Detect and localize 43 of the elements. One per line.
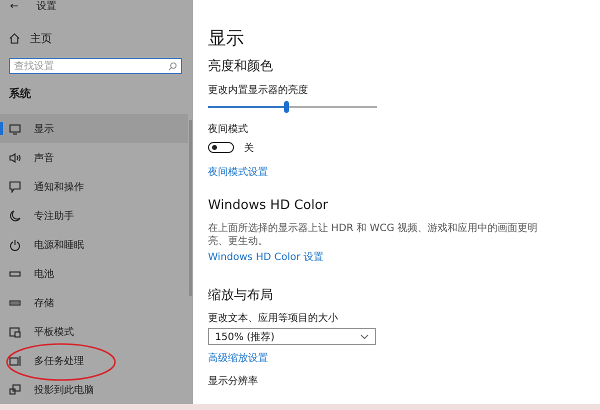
sidebar-item[interactable]: 存储: [0, 288, 188, 317]
description-text: 在上面所选择的显示器上让 HDR 和 WCG 视频、游戏和应用中的画面更明亮、更生动。: [208, 222, 538, 248]
section-heading: Windows HD Color: [208, 198, 330, 215]
sidebar-item[interactable]: 多任务处理: [0, 346, 188, 375]
settings-link[interactable]: 夜间模式设置: [208, 165, 600, 178]
moon-icon: [9, 210, 21, 222]
home-icon: [9, 32, 20, 44]
sidebar-item[interactable]: 电源和睡眠: [0, 230, 188, 259]
projector-icon: [9, 384, 21, 396]
sidebar-item[interactable]: 电池: [0, 259, 188, 288]
sidebar-item[interactable]: 平板模式: [0, 317, 188, 346]
speaker-icon: [9, 152, 21, 164]
scrollbar[interactable]: [189, 120, 192, 296]
settings-link[interactable]: Windows HD Color 设置: [208, 250, 600, 263]
home-link[interactable]: 主页: [0, 31, 193, 45]
toggle-label: 夜间模式: [208, 122, 249, 135]
sidebar-item[interactable]: 通知和操作: [0, 172, 188, 201]
window-title: 设置: [36, 0, 56, 13]
section-heading: 亮度和颜色: [208, 58, 274, 75]
slider-label: 更改内置显示器的亮度: [208, 84, 309, 96]
sidebar-item[interactable]: 显示: [0, 114, 188, 143]
scale-dropdown[interactable]: 150% (推荐): [208, 328, 376, 345]
setting-label: 显示分辨率: [208, 374, 259, 387]
toggle-switch[interactable]: [208, 142, 234, 153]
sidebar-item[interactable]: 投影到此电脑: [0, 375, 188, 404]
search-field[interactable]: 查找设置: [9, 58, 182, 74]
section-heading: 系统: [9, 86, 32, 100]
section-heading: 缩放与布局: [208, 287, 274, 304]
sidebar-item[interactable]: 专注助手: [0, 201, 188, 230]
slider-thumb[interactable]: [284, 101, 289, 113]
settings-link[interactable]: 高级缩放设置: [208, 351, 600, 364]
page-title: 显示: [208, 27, 245, 50]
back-button[interactable]: ←: [10, 0, 18, 12]
toggle-state: 关: [244, 142, 254, 154]
chevron-down-icon: [360, 334, 369, 340]
dropdown-label: 更改文本、应用等项目的大小: [208, 312, 339, 324]
power-icon: [9, 238, 21, 250]
display-icon: [9, 122, 21, 134]
message-icon: [9, 180, 21, 192]
sidebar-item[interactable]: 声音: [0, 143, 188, 172]
search-icon: [168, 62, 177, 71]
tablet-icon: [9, 326, 21, 338]
selection-marker: [0, 122, 3, 135]
